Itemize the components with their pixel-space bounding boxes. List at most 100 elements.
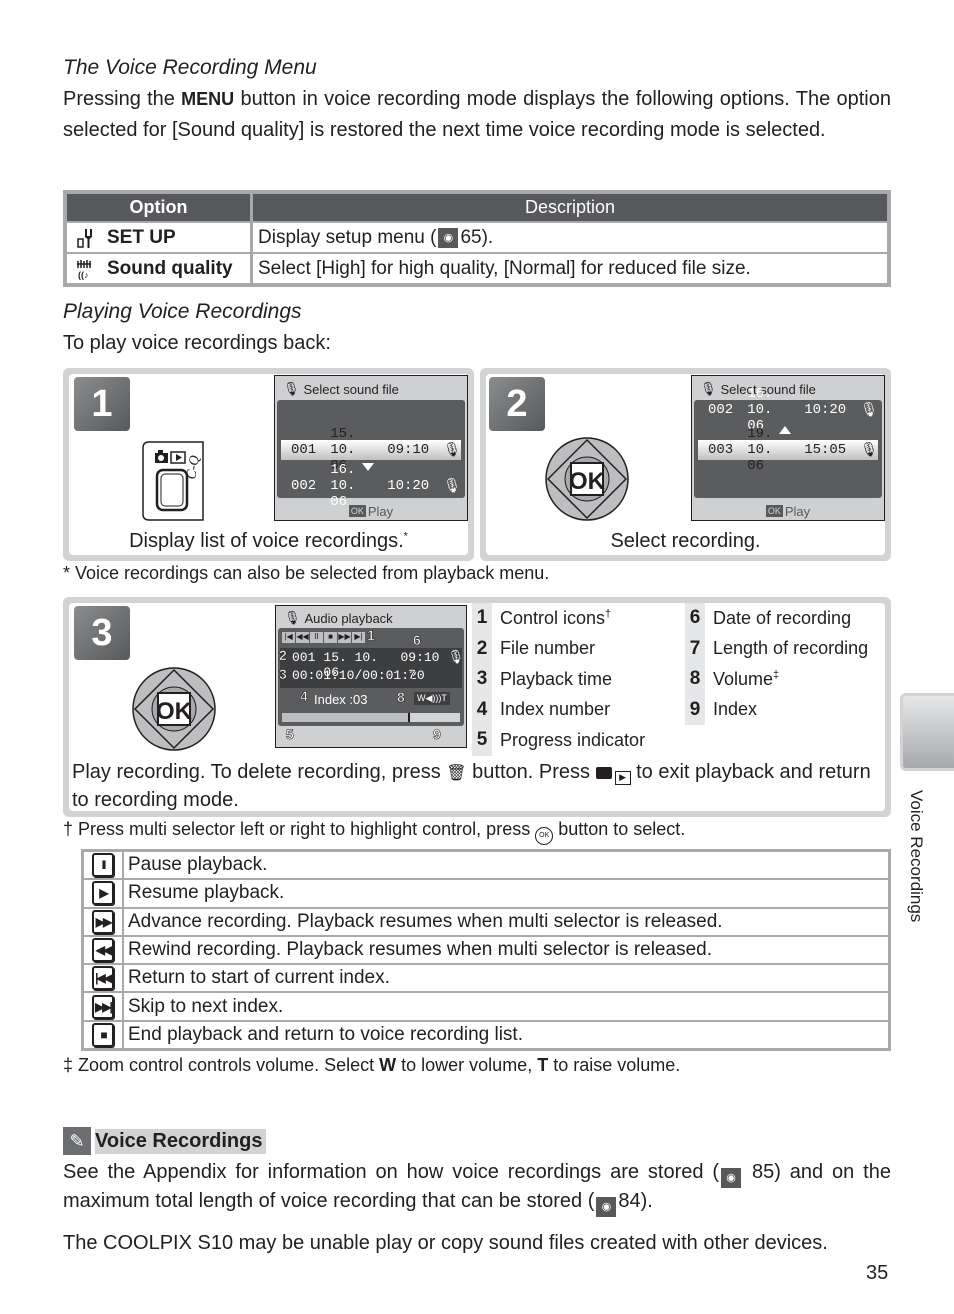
table-row: |◀◀ Return to start of current index. [84,965,888,992]
stop-icon: ■ [92,1022,114,1047]
table-row: ▶▶| Skip to next index. [84,993,888,1020]
legend-label: Playback time [500,668,613,689]
menu-section-heading: The Voice Recording Menu [63,56,317,79]
fast-forward-icon: ▶▶ [92,909,114,934]
playback-icon: ▶ [614,771,631,785]
legend-item: 5 Progress indicator [472,725,645,756]
skip-back-icon: |◀◀ [92,966,114,991]
table-row: ((♪ Sound quality Select [High] for high… [67,254,887,283]
page-ref-icon: ◉ [438,227,459,248]
table-row: ■ End playback and return to voice record… [84,1021,888,1049]
lcd-footer-label: Play [784,503,811,519]
legend-number: 4 [472,694,492,725]
ok-badge-icon: OK [348,505,366,517]
table-row: ◀◀ Rewind recording. Playback resumes whe… [84,936,888,964]
lcd-screen-select-sound-file: 🎙 Select sound file 002 16. 10. 06 10:20 🎙 0… [691,375,885,521]
progress-fill [282,713,411,722]
svg-text:OK: OK [569,468,606,495]
rewind-icon[interactable]: ◀◀ [296,632,309,643]
description-sound-quality: Select [High] for high quality, [Normal]… [253,254,887,283]
microphone-icon: 🎙 [700,381,717,396]
control-description: Pause playback. [124,852,888,879]
control-description: Skip to next index. [124,993,888,1020]
callout-number: 8 [397,689,405,706]
fast-forward-icon[interactable]: ▶▶ [338,632,351,643]
menu-button-label: MENU [181,89,235,109]
footnote-double-dagger: ‡ Zoom control controls volume. Select W… [63,1055,681,1075]
table-header-row: Option Description [67,194,887,221]
camera-icon [595,767,612,779]
note-paragraph-1: See the Appendix for information on how … [63,1159,891,1217]
camera-mode-button-icon: C-Q [142,441,204,521]
footnote-dagger: † Press multi selector left or right to … [63,819,685,845]
voice-menu-table: Option Description SET UP Display setup … [63,190,891,287]
skip-forward-icon[interactable]: ▶| [352,632,365,643]
legend-number: 1 [472,603,492,634]
legend-label: Progress indicator [500,729,646,750]
intro-text: Pressing the [63,88,182,110]
callout-number: 6 [413,632,421,649]
table-row: ▶▶ Advance recording. Playback resumes wh… [84,908,888,935]
lcd-list-row: 003 19. 10. 06 15:05 🎙 [698,426,878,474]
playing-section-heading: Playing Voice Recordings [63,300,302,323]
callout-number: 3 [279,666,287,683]
option-setup: SET UP [107,226,176,248]
legend-number: 5 [472,725,492,756]
microphone-icon: 🎙 [284,610,301,625]
callout-number: 9 [433,726,441,743]
legend-item: 4 Index number [472,694,645,725]
note-paragraph-2: The COOLPIX S10 may be unable play or co… [63,1232,828,1254]
playback-time: 00:01:10/00:01:20 [292,668,425,683]
voice-file-icon: 🎙 [443,442,461,459]
setup-wrench-icon [77,228,92,248]
skip-back-icon[interactable]: |◀ [282,632,295,643]
microphone-icon: 🎙 [283,381,300,396]
callout-number: 7 [408,666,416,683]
legend-number: 2 [472,633,492,664]
page-ref-icon: ◉ [721,1168,742,1188]
rewind-icon: ◀◀ [92,938,114,963]
legend-item: 3 Playback time [472,664,645,695]
playing-section-intro: To play voice recordings back: [63,332,331,354]
lcd-screen-audio-playback: 🎙 Audio playback |◀ ◀◀ II ■ ▶▶ ▶| 001 15. … [275,605,467,748]
svg-text:OK: OK [156,698,193,725]
ok-badge-icon: OK [765,505,783,517]
lcd-footer-label: Play [367,503,394,519]
legend-item: 8 Volume‡ [685,664,868,695]
menu-section-intro: Pressing the MENU button in voice record… [63,84,891,146]
note-title: Voice Recordings [95,1128,267,1154]
legend-number: 6 [685,603,705,634]
header-description: Description [524,197,616,217]
ok-button-icon: OK [535,827,554,845]
legend-number: 8 [685,664,705,695]
voice-file-icon: 🎙 [443,478,461,495]
step-number: 1 [74,377,130,431]
svg-text:((♪: ((♪ [78,270,89,280]
multi-selector-dpad-icon: OK [545,437,629,521]
voice-file-icon: 🎙 [860,402,878,419]
voice-file-icon: 🎙 [860,442,878,459]
page-ref-icon: ◉ [596,1197,617,1217]
pause-icon[interactable]: II [310,632,323,643]
option-sound-quality: Sound quality [107,257,233,279]
stop-icon[interactable]: ■ [324,632,337,643]
legend-label: Length of recording [713,638,869,659]
legend-item: 9 Index [685,694,868,725]
control-icons-bar: |◀ ◀◀ II ■ ▶▶ ▶| [282,632,365,643]
voice-file-icon: 🎙 [447,650,464,665]
control-description: Advance recording. Playback resumes when… [124,908,888,935]
step-caption: Select recording. [610,530,761,552]
control-description: Return to start of current index. [124,965,888,992]
legend-number: 7 [685,633,705,664]
lcd-list-row: 002 16. 10. 06 10:20 🎙 [708,386,878,434]
footnote-star: * Voice recordings can also be selected … [63,563,550,583]
index-number: Index :03 [314,692,368,707]
chapter-side-label: Voice Recordings [907,790,926,923]
table-row: SET UP Display setup menu (◉ 65). [67,223,887,252]
callout-number: 5 [286,726,294,743]
table-row: II Pause playback. [84,852,888,879]
lcd-title: Audio playback [304,610,393,626]
step-caption: Display list of voice recordings.* [129,530,408,552]
chapter-side-tab [900,693,954,771]
header-option: Option [67,194,253,221]
